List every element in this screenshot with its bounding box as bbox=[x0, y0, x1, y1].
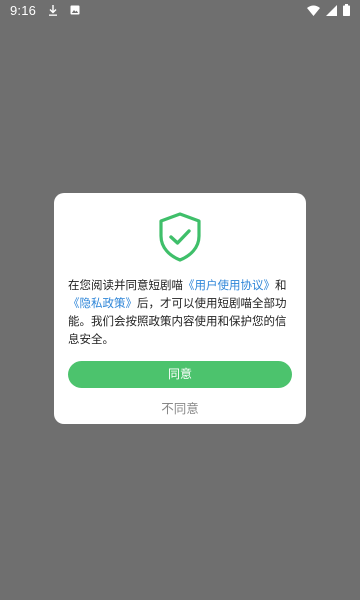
consent-message: 在您阅读并同意短剧喵《用户使用协议》和《隐私政策》后，才可以使用短剧喵全部功能。… bbox=[68, 276, 292, 348]
privacy-policy-link[interactable]: 《隐私政策》 bbox=[68, 296, 137, 310]
signal-icon bbox=[326, 4, 337, 16]
shield-check-icon bbox=[154, 211, 206, 263]
battery-icon bbox=[343, 4, 350, 16]
status-left: 9:16 bbox=[10, 3, 80, 18]
consent-dialog: 在您阅读并同意短剧喵《用户使用协议》和《隐私政策》后，才可以使用短剧喵全部功能。… bbox=[54, 193, 306, 424]
status-time: 9:16 bbox=[10, 2, 37, 18]
message-text-2: 和 bbox=[275, 278, 287, 292]
agree-button[interactable]: 同意 bbox=[68, 361, 292, 388]
download-icon bbox=[48, 4, 58, 16]
status-right bbox=[307, 4, 350, 16]
user-agreement-link[interactable]: 《用户使用协议》 bbox=[183, 278, 275, 292]
status-bar: 9:16 bbox=[0, 0, 360, 20]
disagree-button[interactable]: 不同意 bbox=[161, 398, 199, 417]
image-icon bbox=[70, 5, 80, 15]
message-text-1: 在您阅读并同意短剧喵 bbox=[68, 278, 183, 292]
wifi-icon bbox=[307, 5, 320, 16]
